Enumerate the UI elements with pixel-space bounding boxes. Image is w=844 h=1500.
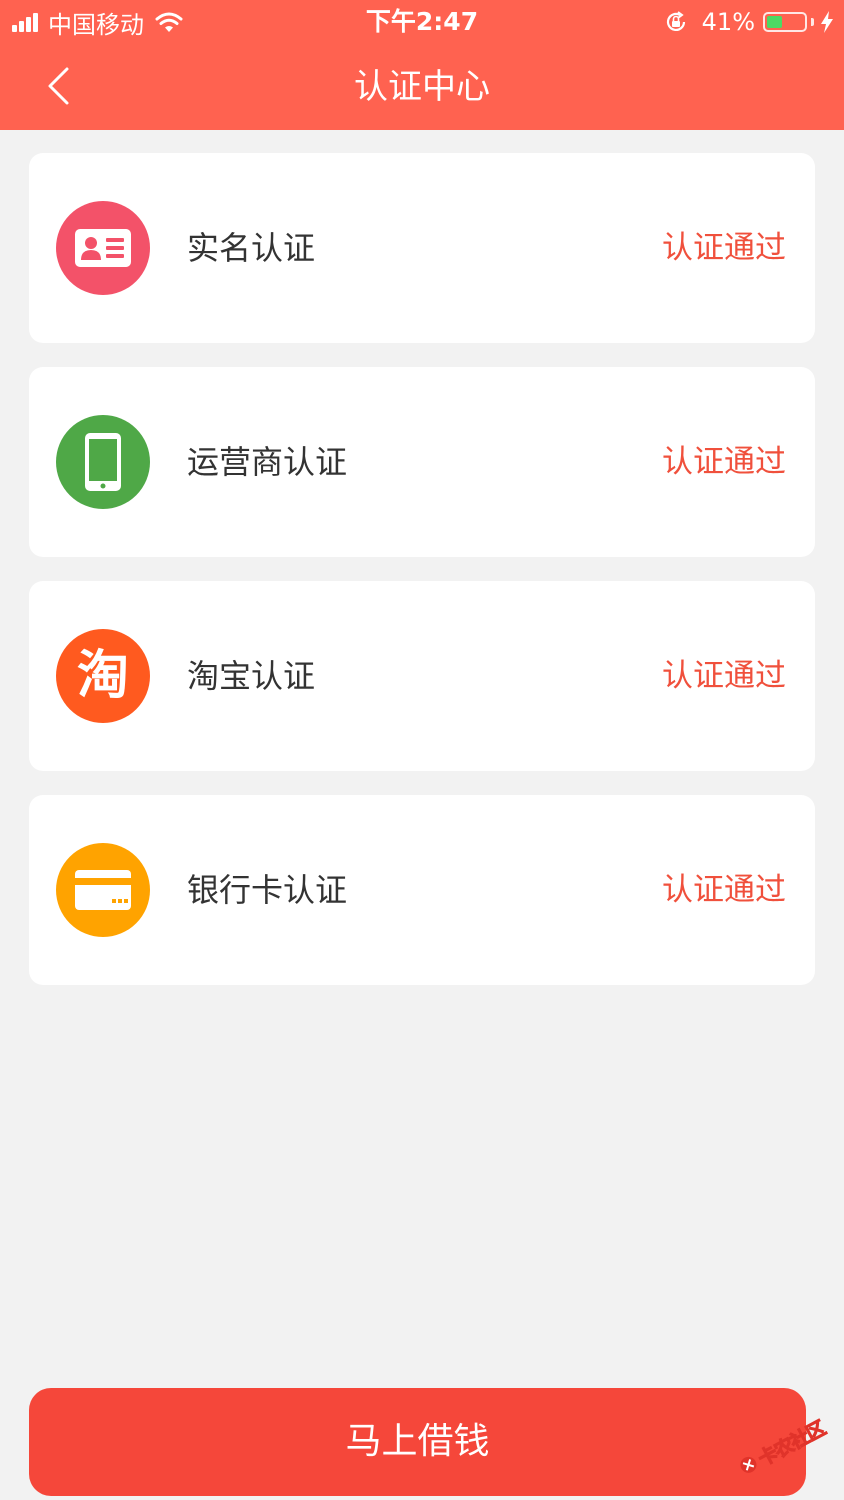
page-title: 认证中心 (354, 67, 490, 107)
nav-bar: 认证中心 (0, 44, 844, 130)
rotation-lock-icon (666, 11, 685, 31)
card-label: 运营商认证 (187, 443, 348, 481)
battery-cap (811, 18, 814, 26)
status-text: 认证通过 (662, 658, 786, 694)
battery-fill (767, 16, 782, 28)
card-label: 淘宝认证 (187, 657, 316, 695)
status-text: 认证通过 (662, 230, 786, 266)
verification-list: 实名认证 认证通过 运营商认证 认证通过 淘 淘宝认证 认证通过 银行卡认证 认… (29, 153, 815, 1009)
status-right: 41% (664, 6, 834, 38)
card-real-name[interactable]: 实名认证 认证通过 (29, 153, 815, 343)
bank-card-icon (56, 843, 150, 937)
taobao-icon: 淘 (56, 629, 150, 723)
card-bank[interactable]: 银行卡认证 认证通过 (29, 795, 815, 985)
borrow-now-button[interactable]: 马上借钱 (29, 1388, 806, 1496)
header: 中国移动 下午2:47 41% 认证中心 (0, 0, 844, 130)
charging-bolt-icon (821, 11, 833, 33)
card-taobao[interactable]: 淘 淘宝认证 认证通过 (29, 581, 815, 771)
battery-percent: 41% (701, 8, 755, 36)
status-bar: 中国移动 下午2:47 41% (0, 0, 844, 44)
card-carrier[interactable]: 运营商认证 认证通过 (29, 367, 815, 557)
status-text: 认证通过 (662, 444, 786, 480)
id-card-icon (56, 201, 150, 295)
back-button[interactable] (30, 58, 86, 114)
battery-icon (763, 12, 807, 32)
status-text: 认证通过 (662, 872, 786, 908)
card-label: 银行卡认证 (187, 871, 348, 909)
chevron-left-icon (48, 67, 69, 105)
watermark-text: 卡农社区 (754, 1417, 829, 1471)
phone-icon (56, 415, 150, 509)
taobao-icon-glyph: 淘 (76, 646, 129, 706)
card-label: 实名认证 (187, 229, 316, 267)
